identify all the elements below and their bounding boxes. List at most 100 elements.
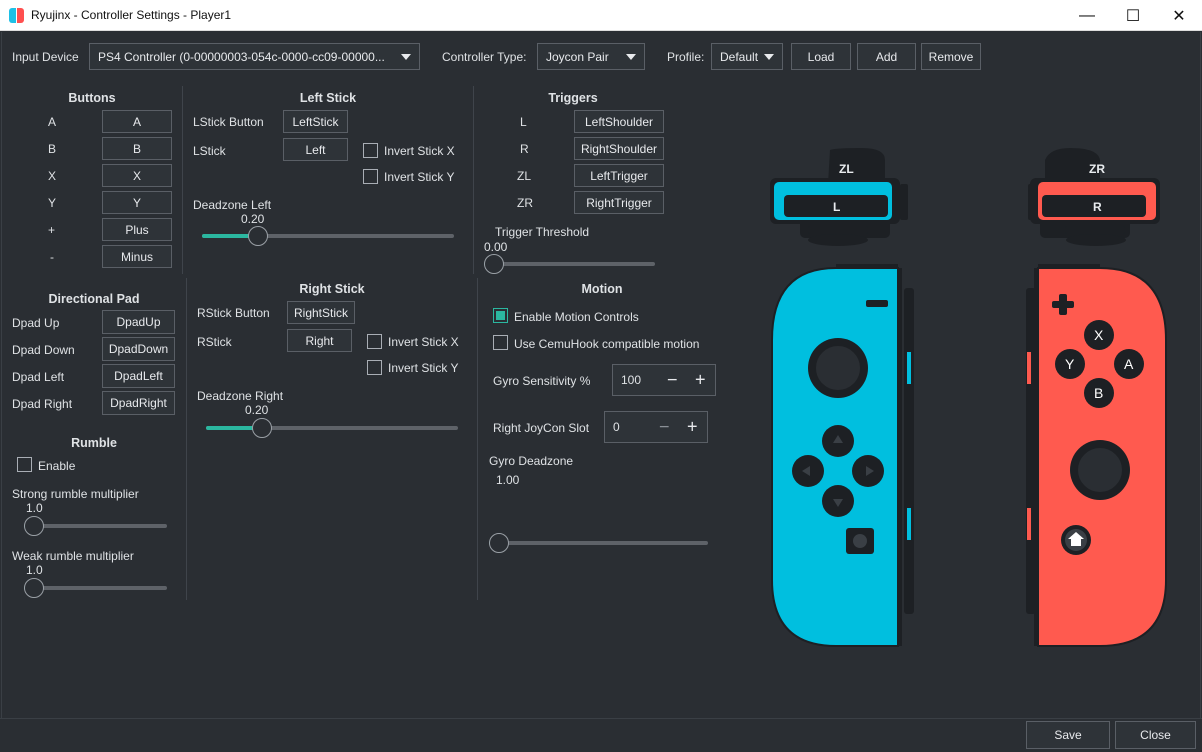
- left-invert-x-checkbox[interactable]: [363, 143, 378, 158]
- plus-icon[interactable]: +: [695, 370, 706, 391]
- zl-label: ZL: [839, 162, 854, 176]
- add-profile-button[interactable]: Add: [857, 43, 916, 70]
- close-window-button[interactable]: ✕: [1156, 0, 1202, 31]
- lstick-binding[interactable]: Left: [283, 138, 348, 161]
- deadzone-left-label: Deadzone Left: [193, 198, 272, 212]
- load-profile-button[interactable]: Load: [791, 43, 851, 70]
- controller-type-dropdown[interactable]: Joycon Pair: [537, 43, 645, 70]
- profile-value: Default: [720, 49, 759, 64]
- trigger-r-label: R: [520, 142, 529, 156]
- trigger-r-binding[interactable]: RightShoulder: [574, 137, 664, 160]
- input-device-dropdown[interactable]: PS4 Controller (0-00000003-054c-0000-cc0…: [89, 43, 420, 70]
- dpad-down-binding[interactable]: DpadDown: [102, 337, 175, 361]
- button-x-label: X: [48, 169, 57, 183]
- close-button[interactable]: Close: [1115, 721, 1196, 749]
- strong-rumble-slider[interactable]: [24, 516, 167, 536]
- input-device-value: PS4 Controller (0-00000003-054c-0000-cc0…: [98, 49, 385, 64]
- button-a-label: A: [48, 115, 57, 129]
- lstick-label: LStick: [193, 144, 226, 158]
- button-plus-label: +: [48, 223, 56, 237]
- gyro-sensitivity-label: Gyro Sensitivity %: [493, 374, 591, 388]
- right-stick-header: Right Stick: [299, 282, 365, 296]
- trigger-zl-binding[interactable]: LeftTrigger: [574, 164, 664, 187]
- rumble-enable-checkbox[interactable]: [17, 457, 32, 472]
- weak-rumble-slider[interactable]: [24, 578, 167, 598]
- rstick-button-label: RStick Button: [197, 306, 270, 320]
- trigger-zr-binding[interactable]: RightTrigger: [574, 191, 664, 214]
- right-invert-y-label: Invert Stick Y: [388, 361, 459, 375]
- gyro-sensitivity-value: 100: [621, 373, 642, 387]
- deadzone-right-slider[interactable]: [206, 418, 458, 438]
- dpad-left-binding[interactable]: DpadLeft: [102, 364, 175, 388]
- dpad-header: Directional Pad: [48, 292, 140, 306]
- button-y-binding[interactable]: Y: [102, 191, 172, 214]
- deadzone-left-value: 0.20: [241, 212, 265, 226]
- lstick-button-label: LStick Button: [193, 115, 264, 129]
- trigger-threshold-value: 0.00: [484, 240, 508, 254]
- right-joycon-slot-value: 0: [613, 420, 620, 434]
- deadzone-right-value: 0.20: [245, 403, 269, 417]
- separator: [477, 278, 478, 600]
- b-label: B: [1094, 385, 1103, 401]
- button-x-binding[interactable]: X: [102, 164, 172, 187]
- dpad-up-binding[interactable]: DpadUp: [102, 310, 175, 334]
- triggers-header: Triggers: [548, 91, 598, 105]
- chevron-down-icon: [401, 53, 411, 60]
- button-b-binding[interactable]: B: [102, 137, 172, 160]
- right-invert-x-checkbox[interactable]: [367, 334, 382, 349]
- dpad-down-label: Dpad Down: [12, 343, 75, 357]
- profile-dropdown[interactable]: Default: [711, 43, 783, 70]
- button-minus-binding[interactable]: Minus: [102, 245, 172, 268]
- trigger-l-label: L: [520, 115, 527, 129]
- separator: [182, 86, 183, 274]
- chevron-down-icon: [626, 53, 636, 60]
- buttons-header: Buttons: [68, 91, 116, 105]
- dpad-up-label: Dpad Up: [12, 316, 60, 330]
- left-joycon-body: [771, 267, 899, 647]
- plus-icon[interactable]: +: [687, 417, 698, 438]
- enable-motion-label: Enable Motion Controls: [514, 310, 639, 324]
- minimize-button[interactable]: —: [1064, 0, 1110, 31]
- dpad-left-label: Dpad Left: [12, 370, 65, 384]
- trigger-zr-label: ZR: [517, 196, 533, 210]
- deadzone-left-slider[interactable]: [202, 226, 454, 246]
- enable-motion-checkbox[interactable]: [493, 308, 508, 323]
- trigger-threshold-slider[interactable]: [484, 254, 655, 274]
- ryujinx-app-icon: [9, 8, 24, 23]
- left-stick-header: Left Stick: [299, 91, 357, 105]
- controller-type-label: Controller Type:: [442, 50, 527, 64]
- minus-icon[interactable]: −: [659, 417, 670, 438]
- save-button[interactable]: Save: [1026, 721, 1110, 749]
- button-b-label: B: [48, 142, 57, 156]
- zr-label: ZR: [1089, 162, 1105, 176]
- dpad-right-label: Dpad Right: [12, 397, 73, 411]
- gyro-deadzone-value: 1.00: [496, 473, 520, 487]
- rstick-button-binding[interactable]: RightStick: [287, 301, 355, 324]
- right-invert-x-label: Invert Stick X: [388, 335, 459, 349]
- button-a-binding[interactable]: A: [102, 110, 172, 133]
- button-minus-label: -: [50, 250, 54, 264]
- gyro-sensitivity-stepper[interactable]: 100 − +: [612, 364, 716, 396]
- right-joycon-slot-stepper[interactable]: 0 − +: [604, 411, 708, 443]
- motion-header: Motion: [581, 282, 623, 296]
- separator: [473, 86, 474, 274]
- lstick-button-binding[interactable]: LeftStick: [283, 110, 348, 133]
- gyro-deadzone-slider[interactable]: [489, 533, 708, 553]
- right-invert-y-checkbox[interactable]: [367, 360, 382, 375]
- l-label: L: [833, 200, 840, 214]
- rumble-enable-label: Enable: [38, 459, 76, 473]
- left-invert-y-checkbox[interactable]: [363, 169, 378, 184]
- profile-label: Profile:: [667, 50, 705, 64]
- dpad-right-binding[interactable]: DpadRight: [102, 391, 175, 415]
- controller-type-value: Joycon Pair: [546, 49, 609, 64]
- button-plus-binding[interactable]: Plus: [102, 218, 172, 241]
- minus-icon[interactable]: −: [667, 370, 678, 391]
- cemuhook-checkbox[interactable]: [493, 335, 508, 350]
- joycon-pair-image: ZL L ZR R X Y A B: [770, 148, 1167, 647]
- rstick-binding[interactable]: Right: [287, 329, 352, 352]
- left-invert-x-label: Invert Stick X: [384, 144, 455, 158]
- trigger-l-binding[interactable]: LeftShoulder: [574, 110, 664, 133]
- maximize-button[interactable]: ☐: [1110, 0, 1156, 31]
- remove-profile-button[interactable]: Remove: [921, 43, 981, 70]
- button-y-label: Y: [48, 196, 57, 210]
